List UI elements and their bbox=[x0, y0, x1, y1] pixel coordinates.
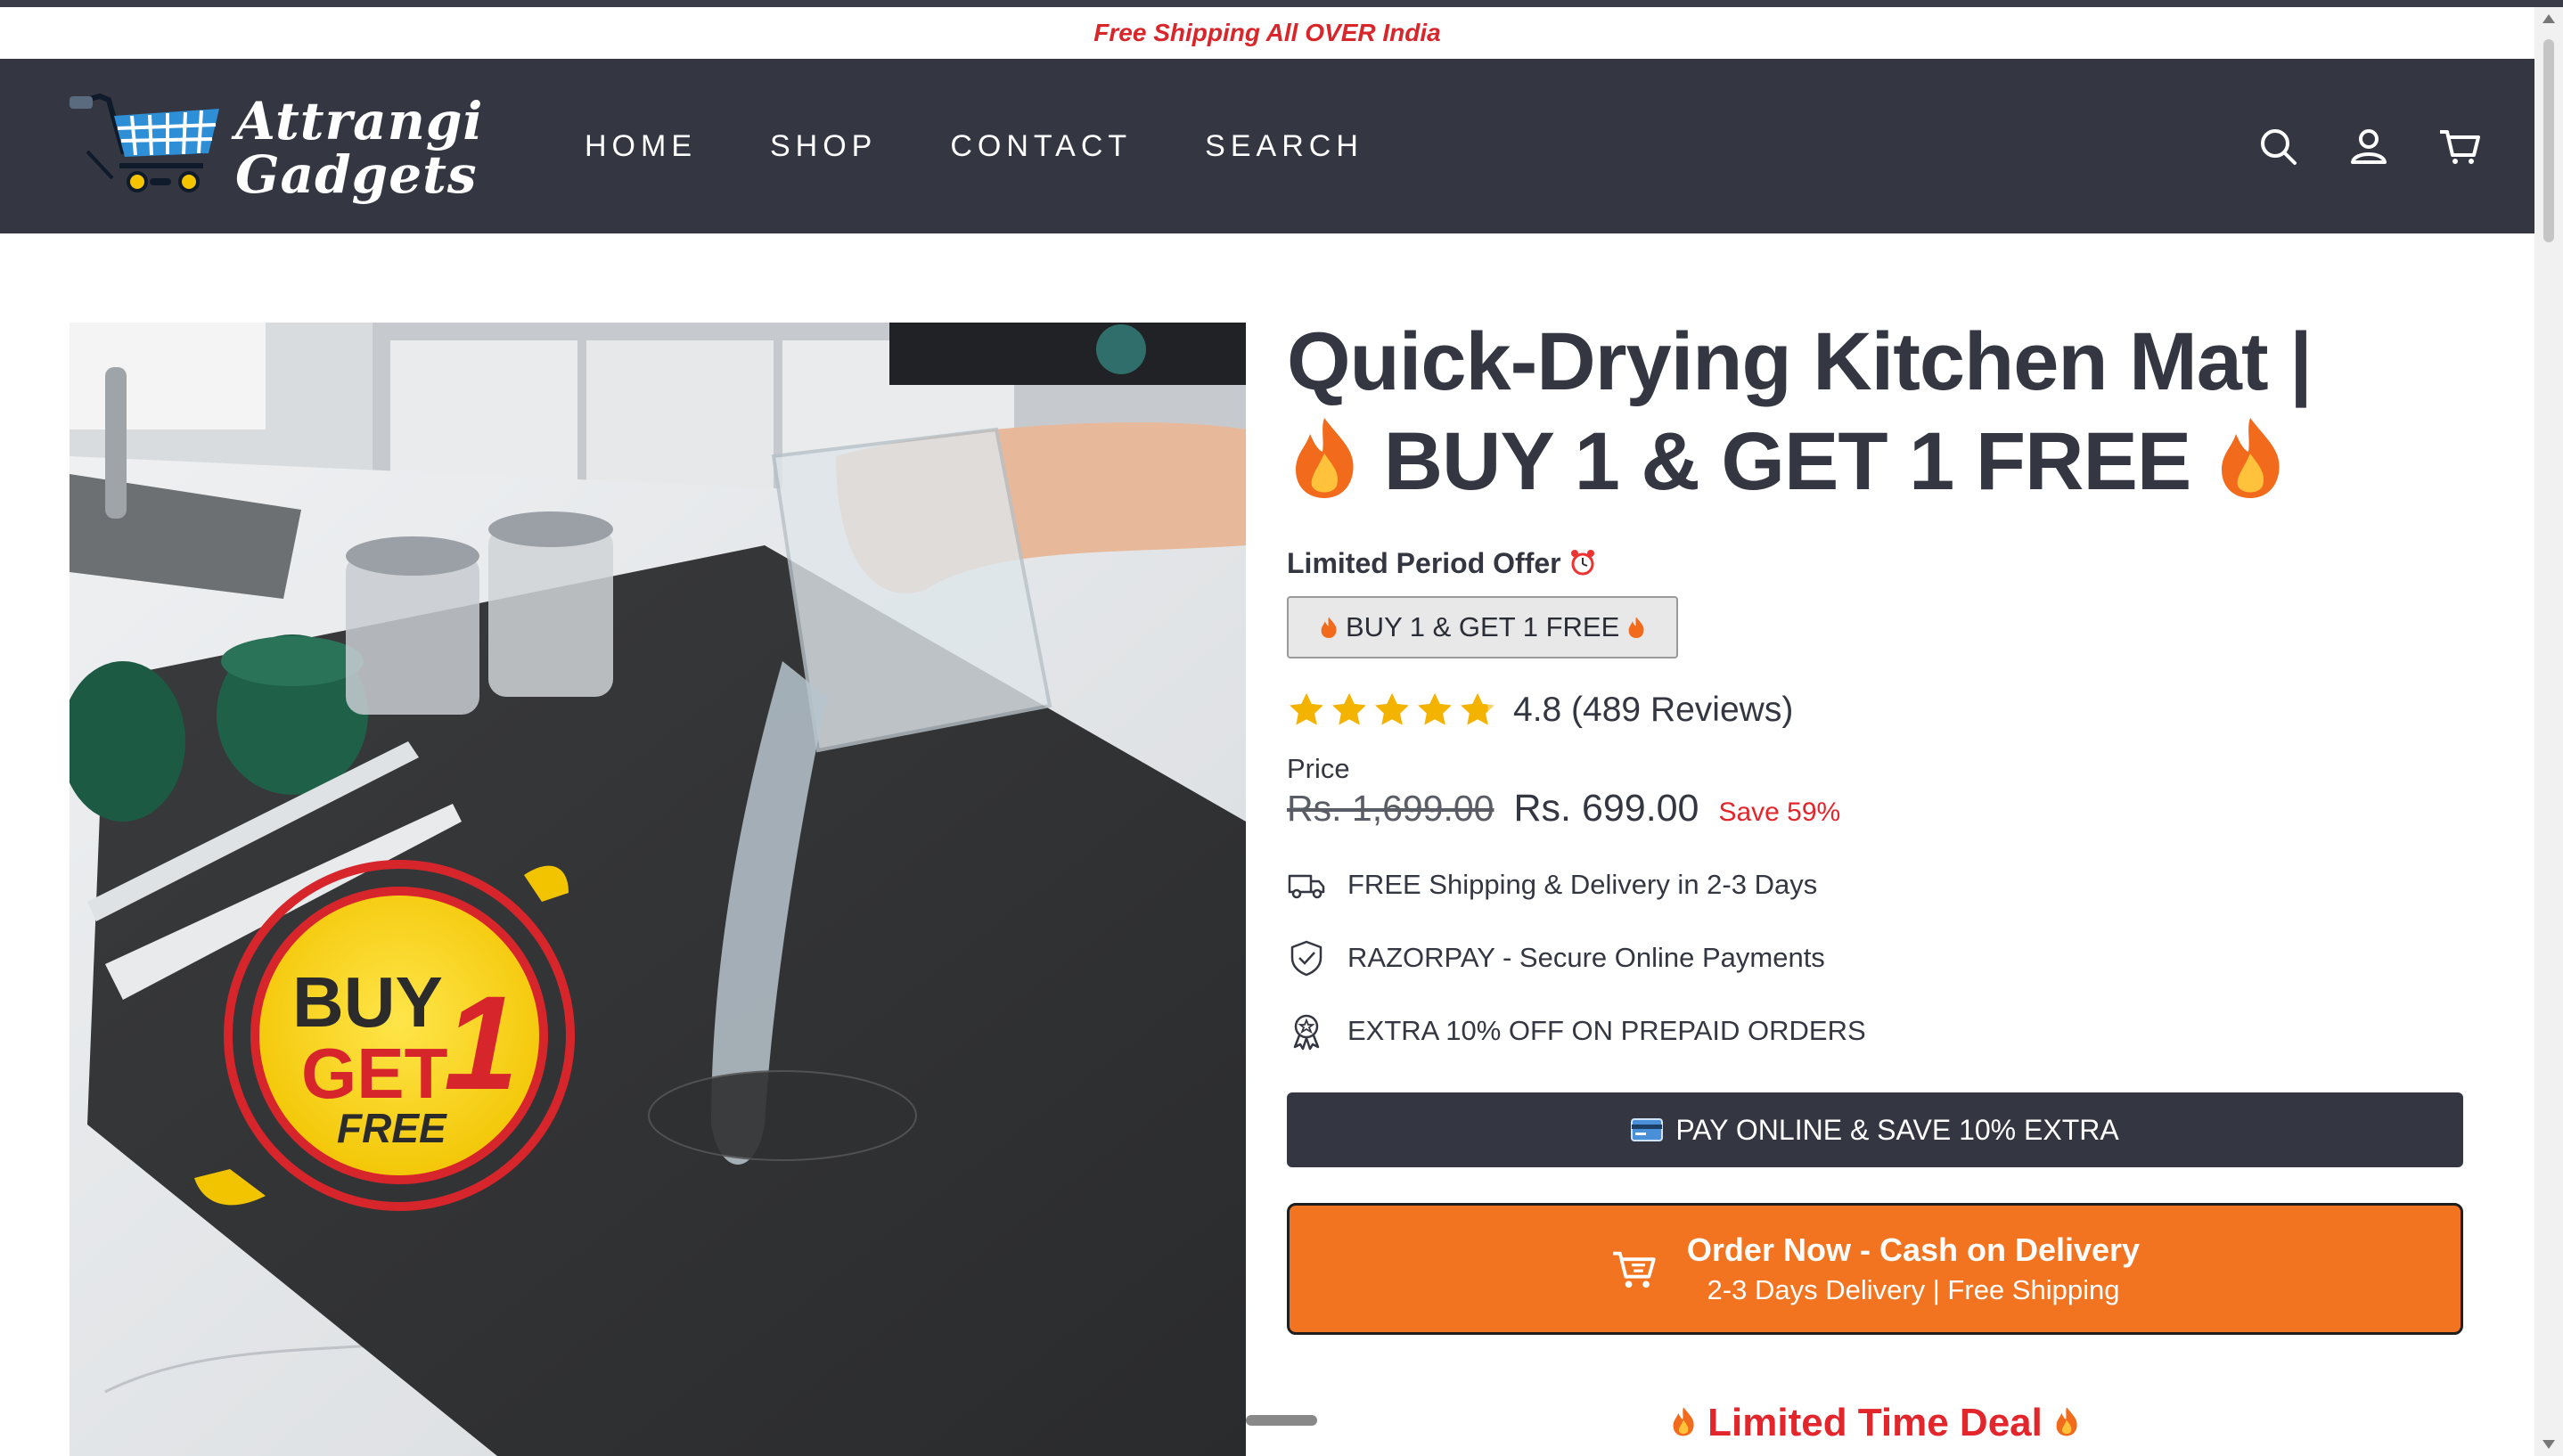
fire-icon bbox=[2221, 418, 2280, 498]
svg-text:GET: GET bbox=[301, 1034, 448, 1113]
star-rating bbox=[1287, 691, 1497, 730]
cart-icon[interactable] bbox=[2438, 125, 2481, 168]
product-title: Quick-Drying Kitchen Mat | BUY 1 & GET 1… bbox=[1287, 312, 2463, 511]
page-scrollbar[interactable] bbox=[2534, 7, 2563, 1456]
star-icon bbox=[1375, 692, 1409, 725]
product-info: Quick-Drying Kitchen Mat | BUY 1 & GET 1… bbox=[1287, 312, 2463, 1335]
alarm-clock-icon bbox=[1571, 550, 1595, 576]
variant-option-bogo[interactable]: BUY 1 & GET 1 FREE bbox=[1287, 596, 1679, 658]
award-icon bbox=[1293, 1014, 1320, 1051]
fire-icon bbox=[1296, 418, 1354, 498]
scroll-up-arrow-icon[interactable] bbox=[2543, 14, 2555, 23]
main-nav: HOME SHOP CONTACT SEARCH bbox=[585, 59, 1437, 233]
announcement-text: Free Shipping All OVER India bbox=[1093, 19, 1441, 46]
save-badge: Save 59% bbox=[1718, 798, 1841, 827]
feature-text: FREE Shipping & Delivery in 2-3 Days bbox=[1347, 869, 1818, 900]
truck-icon bbox=[1288, 874, 1325, 899]
nav-contact[interactable]: CONTACT bbox=[950, 129, 1132, 164]
sale-price: Rs. 699.00 bbox=[1513, 787, 1699, 830]
pay-online-button[interactable]: PAY ONLINE & SAVE 10% EXTRA bbox=[1287, 1092, 2463, 1167]
price-label: Price bbox=[1287, 753, 1350, 784]
browser-top-edge bbox=[0, 0, 2563, 7]
order-cod-button[interactable]: Order Now - Cash on Delivery 2-3 Days De… bbox=[1287, 1203, 2463, 1335]
feature-item: RAZORPAY - Secure Online Payments bbox=[1287, 921, 2463, 994]
cod-label: Order Now - Cash on Delivery bbox=[1686, 1231, 2141, 1268]
fire-icon bbox=[1628, 617, 1644, 639]
fire-icon bbox=[2056, 1407, 2077, 1436]
scrollbar-thumb[interactable] bbox=[2543, 39, 2554, 242]
fire-icon bbox=[1321, 617, 1337, 639]
scroll-down-arrow-icon[interactable] bbox=[2543, 1440, 2555, 1449]
price-row: Rs. 1,699.00 Rs. 699.00 Save 59% bbox=[1287, 787, 2463, 830]
announcement-bar: Free Shipping All OVER India bbox=[0, 7, 2534, 59]
search-icon[interactable] bbox=[2256, 125, 2299, 168]
cart-icon bbox=[1613, 1251, 1656, 1288]
star-half-icon bbox=[1461, 692, 1494, 725]
deal-label: Limited Time Deal bbox=[1707, 1401, 2043, 1444]
brand-line-2: Gadgets bbox=[235, 144, 478, 205]
rating-text: 4.8 (489 Reviews) bbox=[1513, 691, 1794, 729]
nav-shop[interactable]: SHOP bbox=[770, 129, 877, 164]
credit-card-icon bbox=[1631, 1118, 1664, 1141]
brand-name: Attrangi Gadgets bbox=[235, 94, 483, 201]
pay-online-label: PAY ONLINE & SAVE 10% EXTRA bbox=[1675, 1113, 2119, 1146]
star-icon bbox=[1290, 692, 1323, 725]
nav-search[interactable]: SEARCH bbox=[1205, 129, 1363, 164]
feature-item: EXTRA 10% OFF ON PREPAID ORDERS bbox=[1287, 994, 2463, 1067]
svg-text:FREE: FREE bbox=[337, 1105, 447, 1151]
feature-list: FREE Shipping & Delivery in 2-3 Days RAZ… bbox=[1287, 848, 2463, 1067]
shield-check-icon bbox=[1290, 940, 1322, 977]
site-logo[interactable]: Attrangi Gadgets bbox=[70, 89, 482, 205]
compare-price: Rs. 1,699.00 bbox=[1287, 788, 1494, 829]
variant-label: BUY 1 & GET 1 FREE bbox=[1346, 611, 1620, 642]
product-photo-illustration: BUY GET FREE 1 bbox=[70, 323, 1246, 1456]
nav-home[interactable]: HOME bbox=[585, 129, 697, 164]
feature-item: FREE Shipping & Delivery in 2-3 Days bbox=[1287, 848, 2463, 921]
product-rating[interactable]: 4.8 (489 Reviews) bbox=[1287, 691, 2463, 730]
logo-cart-icon bbox=[70, 93, 219, 192]
star-icon bbox=[1418, 692, 1452, 725]
star-icon bbox=[1332, 692, 1366, 725]
product-image[interactable]: BUY GET FREE 1 bbox=[70, 323, 1246, 1456]
svg-text:1: 1 bbox=[444, 968, 518, 1117]
title-line-2: BUY 1 & GET 1 FREE bbox=[1383, 416, 2192, 507]
feature-text: EXTRA 10% OFF ON PREPAID ORDERS bbox=[1347, 1015, 1866, 1046]
feature-text: RAZORPAY - Secure Online Payments bbox=[1347, 942, 1825, 973]
fire-icon bbox=[1673, 1407, 1694, 1436]
title-line-1: Quick-Drying Kitchen Mat | bbox=[1287, 316, 2313, 407]
cod-sublabel: 2-3 Days Delivery | Free Shipping bbox=[1707, 1274, 2120, 1305]
offer-label-text: Limited Period Offer bbox=[1287, 547, 1561, 579]
header-icons bbox=[2256, 59, 2481, 233]
brand-line-1: Attrangi bbox=[235, 91, 484, 151]
svg-text:BUY: BUY bbox=[292, 962, 443, 1042]
offer-label: Limited Period Offer bbox=[1287, 547, 2463, 580]
site-header: Attrangi Gadgets HOME SHOP CONTACT SEARC… bbox=[0, 59, 2534, 233]
cod-text: Order Now - Cash on Delivery 2-3 Days De… bbox=[1687, 1231, 2140, 1306]
account-icon[interactable] bbox=[2347, 125, 2390, 168]
limited-deal-heading: Limited Time Deal bbox=[1287, 1401, 2463, 1445]
